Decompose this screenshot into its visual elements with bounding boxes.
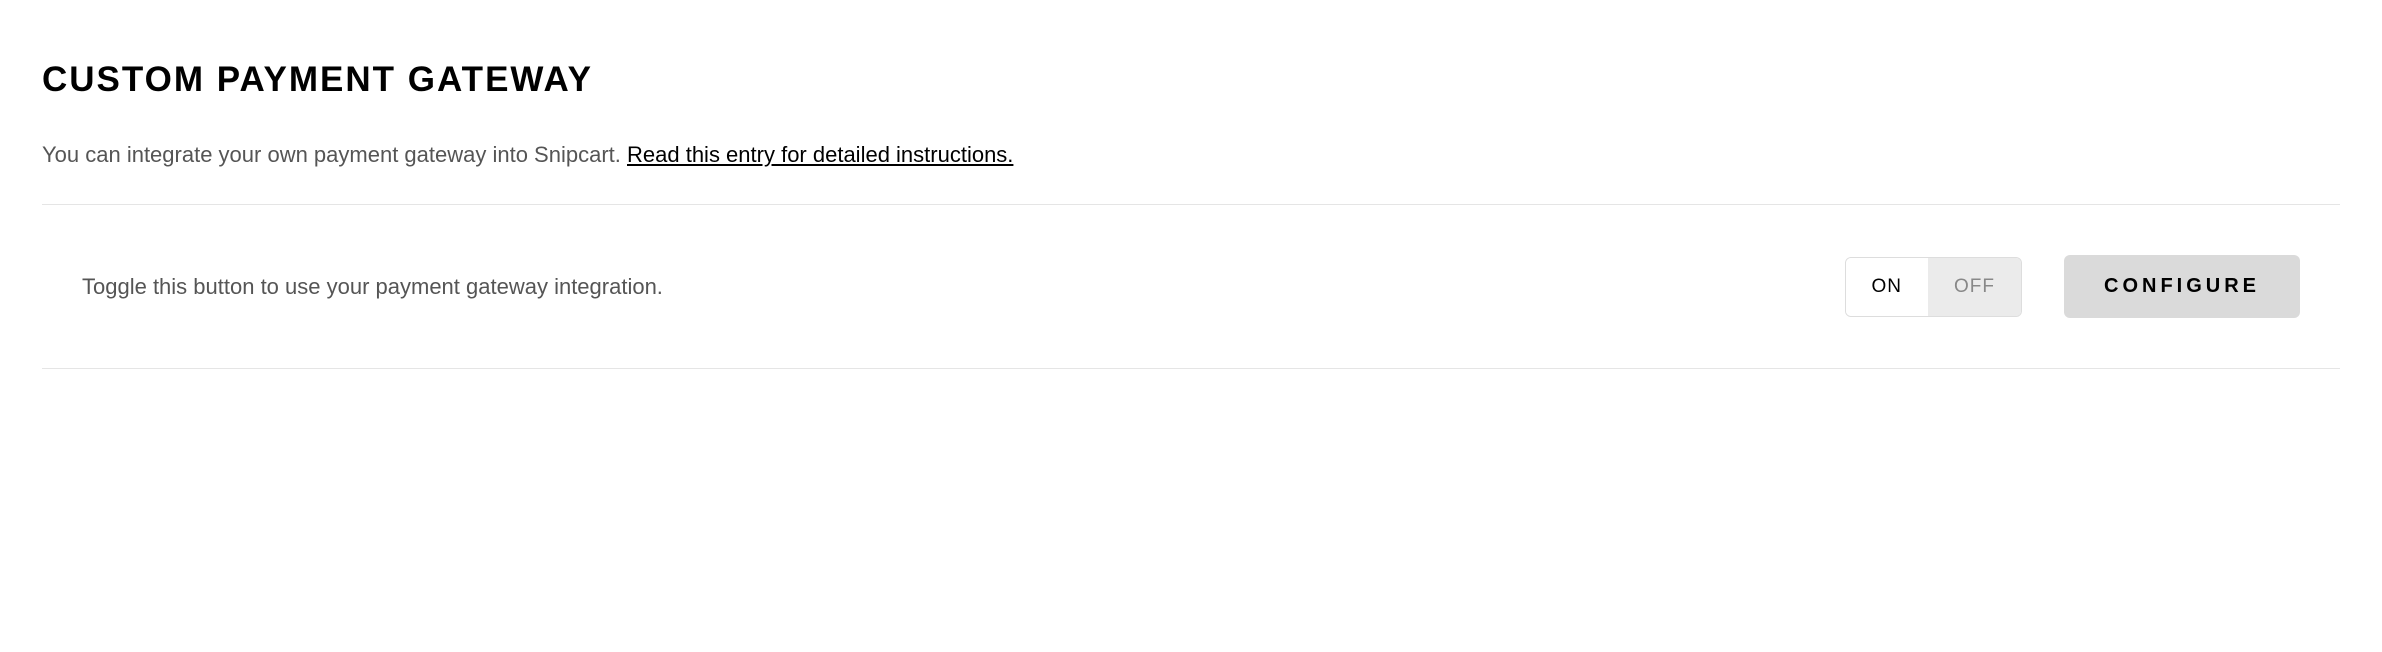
row-controls: ON OFF CONFIGURE <box>1845 255 2301 318</box>
section-title: CUSTOM PAYMENT GATEWAY <box>42 60 2340 100</box>
instructions-link[interactable]: Read this entry for detailed instruction… <box>627 142 1013 167</box>
toggle-label: Toggle this button to use your payment g… <box>82 274 663 300</box>
gateway-toggle-row: Toggle this button to use your payment g… <box>42 205 2340 368</box>
divider <box>42 368 2340 369</box>
configure-button[interactable]: CONFIGURE <box>2064 255 2300 318</box>
toggle-group: ON OFF <box>1845 257 2023 317</box>
section-description: You can integrate your own payment gatew… <box>42 142 2340 168</box>
toggle-on-button[interactable]: ON <box>1846 258 1929 316</box>
toggle-off-button[interactable]: OFF <box>1928 258 2021 316</box>
description-text: You can integrate your own payment gatew… <box>42 142 627 167</box>
